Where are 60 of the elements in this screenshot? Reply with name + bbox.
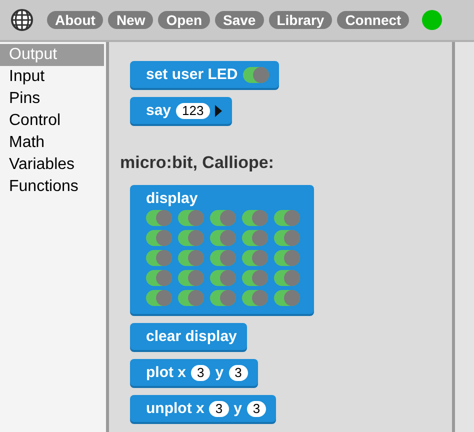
section-heading: micro:bit, Calliope: xyxy=(119,153,274,173)
category-item[interactable]: Input xyxy=(0,66,106,88)
toggle-switch[interactable] xyxy=(242,290,268,306)
globe-icon[interactable] xyxy=(10,8,34,32)
toggle-switch[interactable] xyxy=(210,230,236,246)
toolbar-button[interactable]: Library xyxy=(268,11,332,29)
block-label: clear display xyxy=(146,328,237,345)
toggle-switch[interactable] xyxy=(274,270,300,286)
block-label: display xyxy=(146,190,198,207)
category-item[interactable]: Pins xyxy=(0,88,106,110)
toolbar-button[interactable]: Open xyxy=(158,11,210,29)
number-input[interactable]: 3 xyxy=(246,400,266,416)
toolbar-button[interactable]: Connect xyxy=(337,11,410,29)
number-input[interactable]: 123 xyxy=(176,102,210,118)
toggle-switch[interactable] xyxy=(274,290,300,306)
code-block[interactable]: display xyxy=(130,185,314,314)
toggle-switch[interactable] xyxy=(146,290,172,306)
number-input[interactable]: 3 xyxy=(209,400,229,416)
code-block[interactable]: set user LED xyxy=(130,61,279,88)
toggle-switch[interactable] xyxy=(242,230,268,246)
toggle-switch[interactable] xyxy=(178,250,204,266)
block-label: set user LED xyxy=(146,66,238,83)
toggle-switch[interactable] xyxy=(146,270,172,286)
block-label: y xyxy=(215,364,224,381)
category-item[interactable]: Variables xyxy=(0,154,106,176)
block-label: plot x xyxy=(146,364,186,381)
category-item[interactable]: Control xyxy=(0,110,106,132)
toggle-switch[interactable] xyxy=(242,250,268,266)
block-label: unplot x xyxy=(146,400,204,417)
code-block[interactable]: clear display xyxy=(130,323,247,350)
toggle-switch[interactable] xyxy=(178,290,204,306)
code-block[interactable]: plot x 3 y 3 xyxy=(130,359,258,386)
toggle-switch[interactable] xyxy=(242,66,269,82)
toggle-switch[interactable] xyxy=(178,270,204,286)
code-block[interactable]: say 123 xyxy=(130,97,232,124)
block-label: y xyxy=(234,400,242,417)
toolbar-button[interactable]: Save xyxy=(215,11,264,29)
number-input[interactable]: 3 xyxy=(191,364,210,380)
toggle-switch[interactable] xyxy=(178,210,204,226)
toggle-switch[interactable] xyxy=(146,230,172,246)
expand-arrow-icon[interactable] xyxy=(214,104,222,116)
toggle-switch[interactable] xyxy=(274,230,300,246)
toggle-switch[interactable] xyxy=(210,290,236,306)
toggle-switch[interactable] xyxy=(242,270,268,286)
block-label: say xyxy=(146,102,172,119)
toggle-switch[interactable] xyxy=(146,250,172,266)
category-item[interactable]: Functions xyxy=(0,176,106,198)
toggle-switch[interactable] xyxy=(210,250,236,266)
code-block[interactable]: unplot x 3 y 3 xyxy=(130,395,276,422)
number-input[interactable]: 3 xyxy=(228,364,248,380)
toggle-switch[interactable] xyxy=(178,230,204,246)
toggle-switch[interactable] xyxy=(210,210,236,226)
toggle-switch[interactable] xyxy=(210,270,236,286)
toggle-switch[interactable] xyxy=(274,250,300,266)
toolbar-button[interactable]: About xyxy=(47,11,104,29)
toggle-switch[interactable] xyxy=(274,210,300,226)
toggle-switch[interactable] xyxy=(146,210,172,226)
category-item[interactable]: Math xyxy=(0,132,106,154)
toolbar-button[interactable]: New xyxy=(108,11,154,29)
toggle-switch[interactable] xyxy=(242,210,268,226)
